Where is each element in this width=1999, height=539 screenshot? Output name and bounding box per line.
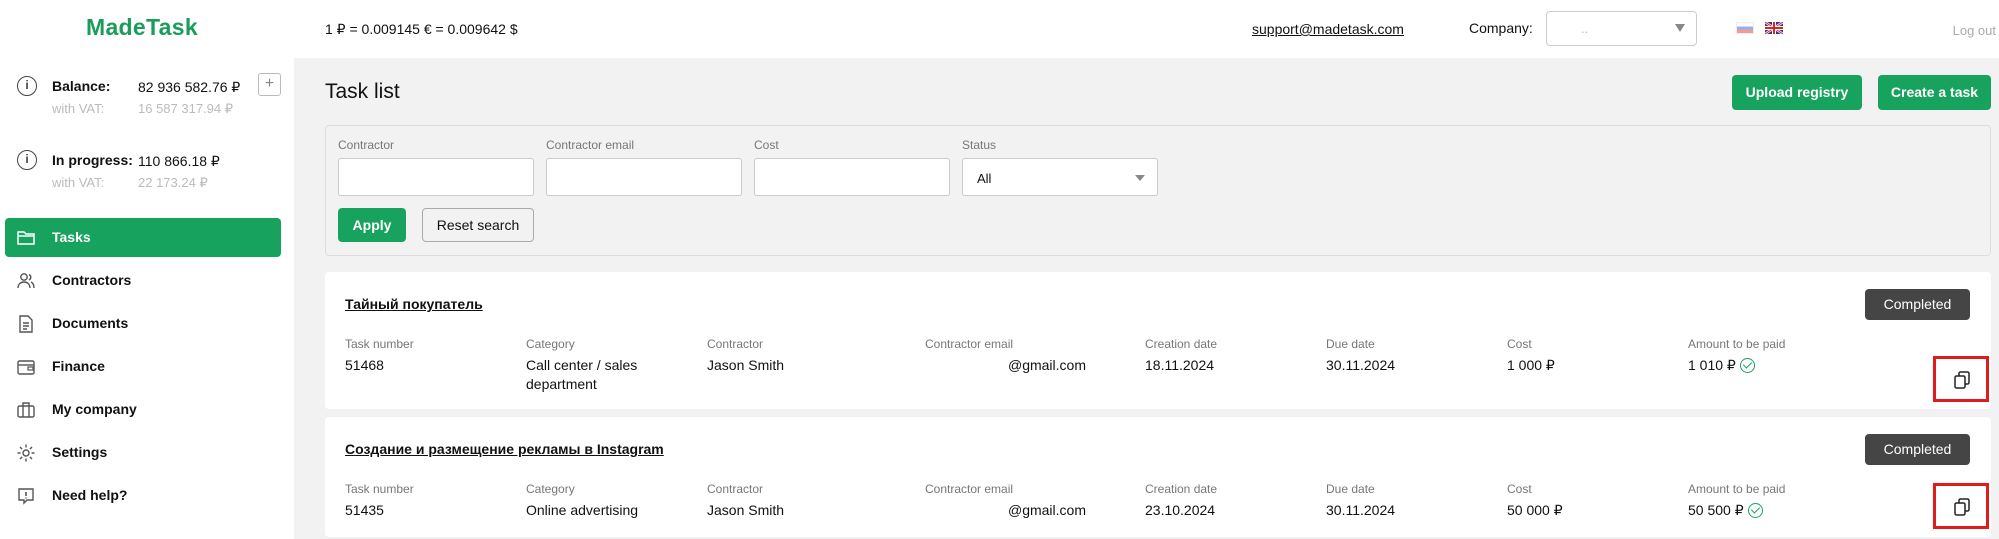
task-title-link[interactable]: Создание и размещение рекламы в Instagra… [345,441,664,457]
create-task-button[interactable]: Create a task [1878,75,1991,110]
people-icon [17,273,35,289]
task-creation-date: Creation date 23.10.2024 [1145,482,1218,518]
sidebar-item-label: Settings [52,444,108,460]
balance-block: i Balance: 82 936 582.76 ₽ with VAT: 16 … [0,73,294,125]
page-title: Task list [325,80,400,103]
sidebar-item-label: Finance [52,358,105,374]
logo[interactable]: MadeTask [86,14,198,41]
upload-registry-button[interactable]: Upload registry [1732,75,1862,110]
add-balance-button[interactable]: + [258,73,281,96]
info-icon: i [17,76,37,96]
in-progress-block: i In progress: 110 866.18 ₽ with VAT: 22… [0,149,294,199]
cost-filter-label: Cost [754,138,779,152]
copy-task-button[interactable] [1933,356,1989,402]
reset-search-button[interactable]: Reset search [422,208,534,242]
briefcase-icon [17,402,35,418]
task-number: Task number 51468 [345,337,414,373]
sidebar-item-label: My company [52,401,137,417]
email-filter-label: Contractor email [546,138,635,152]
document-icon [19,315,33,333]
task-contractor: Contractor Jason Smith [707,482,785,518]
cost-filter-input[interactable] [754,158,950,196]
sidebar-item-finance[interactable]: Finance [5,347,281,386]
task-cost: Cost 1 000 ₽ [1507,337,1555,373]
sidebar-item-label: Tasks [52,229,91,245]
balance-value: 82 936 582.76 ₽ [138,79,241,95]
support-email-link[interactable]: support@madetask.com [1252,21,1404,37]
task-due-date: Due date 30.11.2024 [1326,337,1396,373]
copy-icon [1954,371,1970,389]
sidebar: i Balance: 82 936 582.76 ₽ with VAT: 16 … [0,58,294,539]
sidebar-item-tasks[interactable]: Tasks [5,218,281,257]
sidebar-item-label: Need help? [52,487,128,503]
company-label: Company: [1469,20,1533,36]
balance-label: Balance: [52,78,111,94]
company-select[interactable]: .. [1546,11,1697,46]
help-icon [18,488,34,505]
chevron-down-icon [1135,175,1145,181]
sidebar-item-contractors[interactable]: Contractors [5,261,281,300]
status-filter-value: All [977,171,992,186]
flag-ru-icon[interactable] [1736,22,1754,34]
check-circle-icon [1747,503,1763,518]
status-badge: Completed [1865,289,1970,320]
task-card: Создание и размещение рекламы в Instagra… [325,417,1991,537]
in-progress-vat-value: 22 173.24 ₽ [138,175,208,190]
task-category: Category Call center / sales department [526,337,638,392]
task-category: Category Online advertising [526,482,639,518]
in-progress-vat-label: with VAT: [52,175,105,190]
currency-rates: 1 ₽ = 0.009145 € = 0.009642 $ [325,21,518,37]
sidebar-item-settings[interactable]: Settings [5,433,281,472]
task-due-date: Due date 30.11.2024 [1326,482,1396,518]
sidebar-item-label: Documents [52,315,129,331]
task-number: Task number 51435 [345,482,414,518]
sidebar-item-my-company[interactable]: My company [5,390,281,429]
gear-icon [17,444,35,462]
status-filter-select[interactable]: All [962,158,1158,196]
task-amount-paid: Amount to be paid 50 500 ₽ [1688,482,1786,518]
balance-vat-value: 16 587 317.94 ₽ [138,101,234,116]
task-cost: Cost 50 000 ₽ [1507,482,1563,518]
sidebar-item-help[interactable]: Need help? [5,476,281,515]
sidebar-item-documents[interactable]: Documents [5,304,281,343]
copy-icon [1954,498,1970,516]
wallet-icon [17,360,35,375]
copy-task-button[interactable] [1933,483,1989,529]
filter-panel: Contractor Contractor email Cost Status … [325,125,1991,256]
folder-icon [17,231,35,245]
status-filter-label: Status [962,138,997,152]
check-circle-icon [1739,358,1755,373]
task-title-link[interactable]: Тайный покупатель [345,296,483,312]
contractor-filter-label: Contractor [338,138,395,152]
task-card: Тайный покупатель Completed Task number 5… [325,272,1991,409]
logout-link[interactable]: Log out [1953,23,1996,38]
sidebar-item-label: Contractors [52,272,132,288]
task-amount-paid: Amount to be paid 1 010 ₽ [1688,337,1786,373]
chevron-down-icon [1675,24,1685,32]
in-progress-value: 110 866.18 ₽ [138,153,220,169]
info-icon: i [17,150,37,170]
contractor-filter-input[interactable] [338,158,534,196]
task-contractor-email: Contractor email @gmail.com [925,482,1086,518]
status-badge: Completed [1865,434,1970,465]
apply-button[interactable]: Apply [338,208,406,242]
email-filter-input[interactable] [546,158,742,196]
top-header: MadeTask 1 ₽ = 0.009145 € = 0.009642 $ s… [0,0,1999,58]
task-creation-date: Creation date 18.11.2024 [1145,337,1218,373]
company-select-value: .. [1581,21,1589,36]
task-contractor-email: Contractor email @gmail.com [925,337,1086,373]
flag-uk-icon[interactable] [1765,22,1783,34]
balance-vat-label: with VAT: [52,101,105,116]
in-progress-label: In progress: [52,152,133,168]
task-contractor: Contractor Jason Smith [707,337,785,373]
